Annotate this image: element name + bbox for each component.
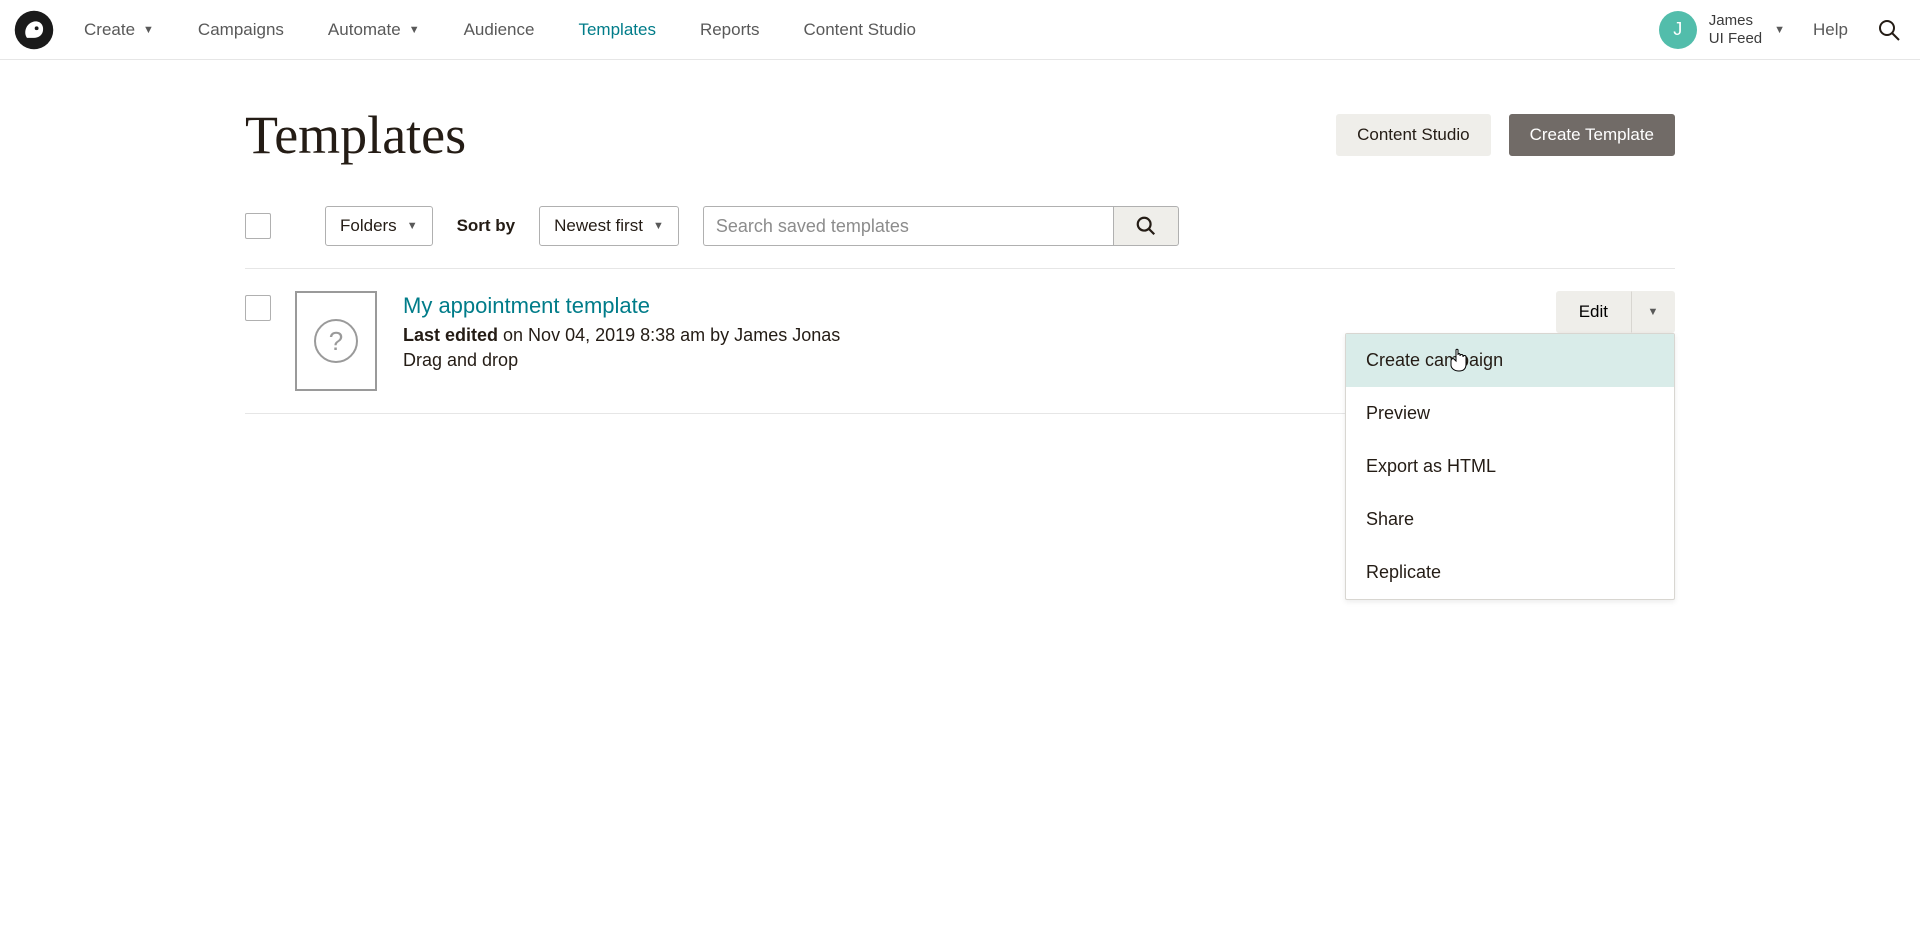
nav-label: Audience xyxy=(464,20,535,40)
row-actions-dropdown: Create campaign Preview Export as HTML S… xyxy=(1345,333,1675,600)
avatar-initial: J xyxy=(1673,19,1682,40)
dropdown-replicate[interactable]: Replicate xyxy=(1346,546,1674,599)
nav-reports[interactable]: Reports xyxy=(700,20,760,40)
search-icon xyxy=(1135,215,1157,237)
avatar: J xyxy=(1659,11,1697,49)
nav-label: Campaigns xyxy=(198,20,284,40)
question-mark-icon: ? xyxy=(314,319,358,363)
global-search-button[interactable] xyxy=(1876,17,1902,43)
page-title: Templates xyxy=(245,104,466,166)
chevron-down-icon: ▼ xyxy=(1648,306,1659,318)
nav-label: Automate xyxy=(328,20,401,40)
chevron-down-icon: ▼ xyxy=(1774,24,1785,36)
meta-strong: Last edited xyxy=(403,325,498,345)
nav-label: Create xyxy=(84,20,135,40)
nav-content-studio[interactable]: Content Studio xyxy=(803,20,915,40)
nav-automate[interactable]: Automate ▼ xyxy=(328,20,420,40)
search-wrap xyxy=(703,206,1179,246)
page-content: Templates Content Studio Create Template… xyxy=(245,60,1675,414)
account-menu[interactable]: J James UI Feed ▼ xyxy=(1659,11,1785,49)
chevron-down-icon: ▼ xyxy=(143,24,154,36)
help-label: Help xyxy=(1813,20,1848,39)
dropdown-preview[interactable]: Preview xyxy=(1346,387,1674,440)
search-input[interactable] xyxy=(703,206,1113,246)
chevron-down-icon: ▼ xyxy=(653,220,664,232)
chevron-down-icon: ▼ xyxy=(407,220,418,232)
template-thumbnail[interactable]: ? xyxy=(295,291,377,391)
nav-label: Content Studio xyxy=(803,20,915,40)
toolbar: Folders ▼ Sort by Newest first ▼ xyxy=(245,206,1675,269)
nav-label: Reports xyxy=(700,20,760,40)
sort-dropdown[interactable]: Newest first ▼ xyxy=(539,206,679,246)
dropdown-export-html[interactable]: Export as HTML xyxy=(1346,440,1674,493)
top-nav: Create ▼ Campaigns Automate ▼ Audience T… xyxy=(0,0,1920,60)
edit-dropdown-toggle[interactable]: ▼ xyxy=(1631,291,1675,333)
sort-value: Newest first xyxy=(554,216,643,236)
nav-create[interactable]: Create ▼ xyxy=(84,20,154,40)
mailchimp-logo[interactable] xyxy=(12,8,56,52)
template-row: ? My appointment template Last edited on… xyxy=(245,269,1675,414)
nav-campaigns[interactable]: Campaigns xyxy=(198,20,284,40)
dropdown-create-campaign[interactable]: Create campaign xyxy=(1346,334,1674,387)
edit-button[interactable]: Edit xyxy=(1556,291,1631,333)
account-text: James UI Feed xyxy=(1709,12,1762,47)
content-studio-button[interactable]: Content Studio xyxy=(1336,114,1490,156)
account-area: J James UI Feed ▼ Help xyxy=(1659,11,1902,49)
page-header: Templates Content Studio Create Template xyxy=(245,104,1675,206)
folders-dropdown[interactable]: Folders ▼ xyxy=(325,206,433,246)
sort-by-label: Sort by xyxy=(457,216,516,236)
create-template-button[interactable]: Create Template xyxy=(1509,114,1675,156)
account-org: UI Feed xyxy=(1709,30,1762,47)
nav-links: Create ▼ Campaigns Automate ▼ Audience T… xyxy=(84,20,916,40)
search-icon xyxy=(1877,18,1901,42)
nav-templates[interactable]: Templates xyxy=(578,20,655,40)
search-button[interactable] xyxy=(1113,206,1179,246)
row-checkbox[interactable] xyxy=(245,295,271,321)
folders-label: Folders xyxy=(340,216,397,236)
template-title-link[interactable]: My appointment template xyxy=(403,293,1556,319)
meta-rest: on Nov 04, 2019 8:38 am by James Jonas xyxy=(498,325,840,345)
row-actions: Edit ▼ xyxy=(1556,291,1675,333)
nav-label: Templates xyxy=(578,20,655,40)
help-link[interactable]: Help xyxy=(1813,20,1848,40)
chevron-down-icon: ▼ xyxy=(409,24,420,36)
dropdown-share[interactable]: Share xyxy=(1346,493,1674,546)
mailchimp-logo-icon xyxy=(13,9,55,51)
nav-audience[interactable]: Audience xyxy=(464,20,535,40)
account-name: James xyxy=(1709,12,1762,29)
select-all-checkbox[interactable] xyxy=(245,213,271,239)
